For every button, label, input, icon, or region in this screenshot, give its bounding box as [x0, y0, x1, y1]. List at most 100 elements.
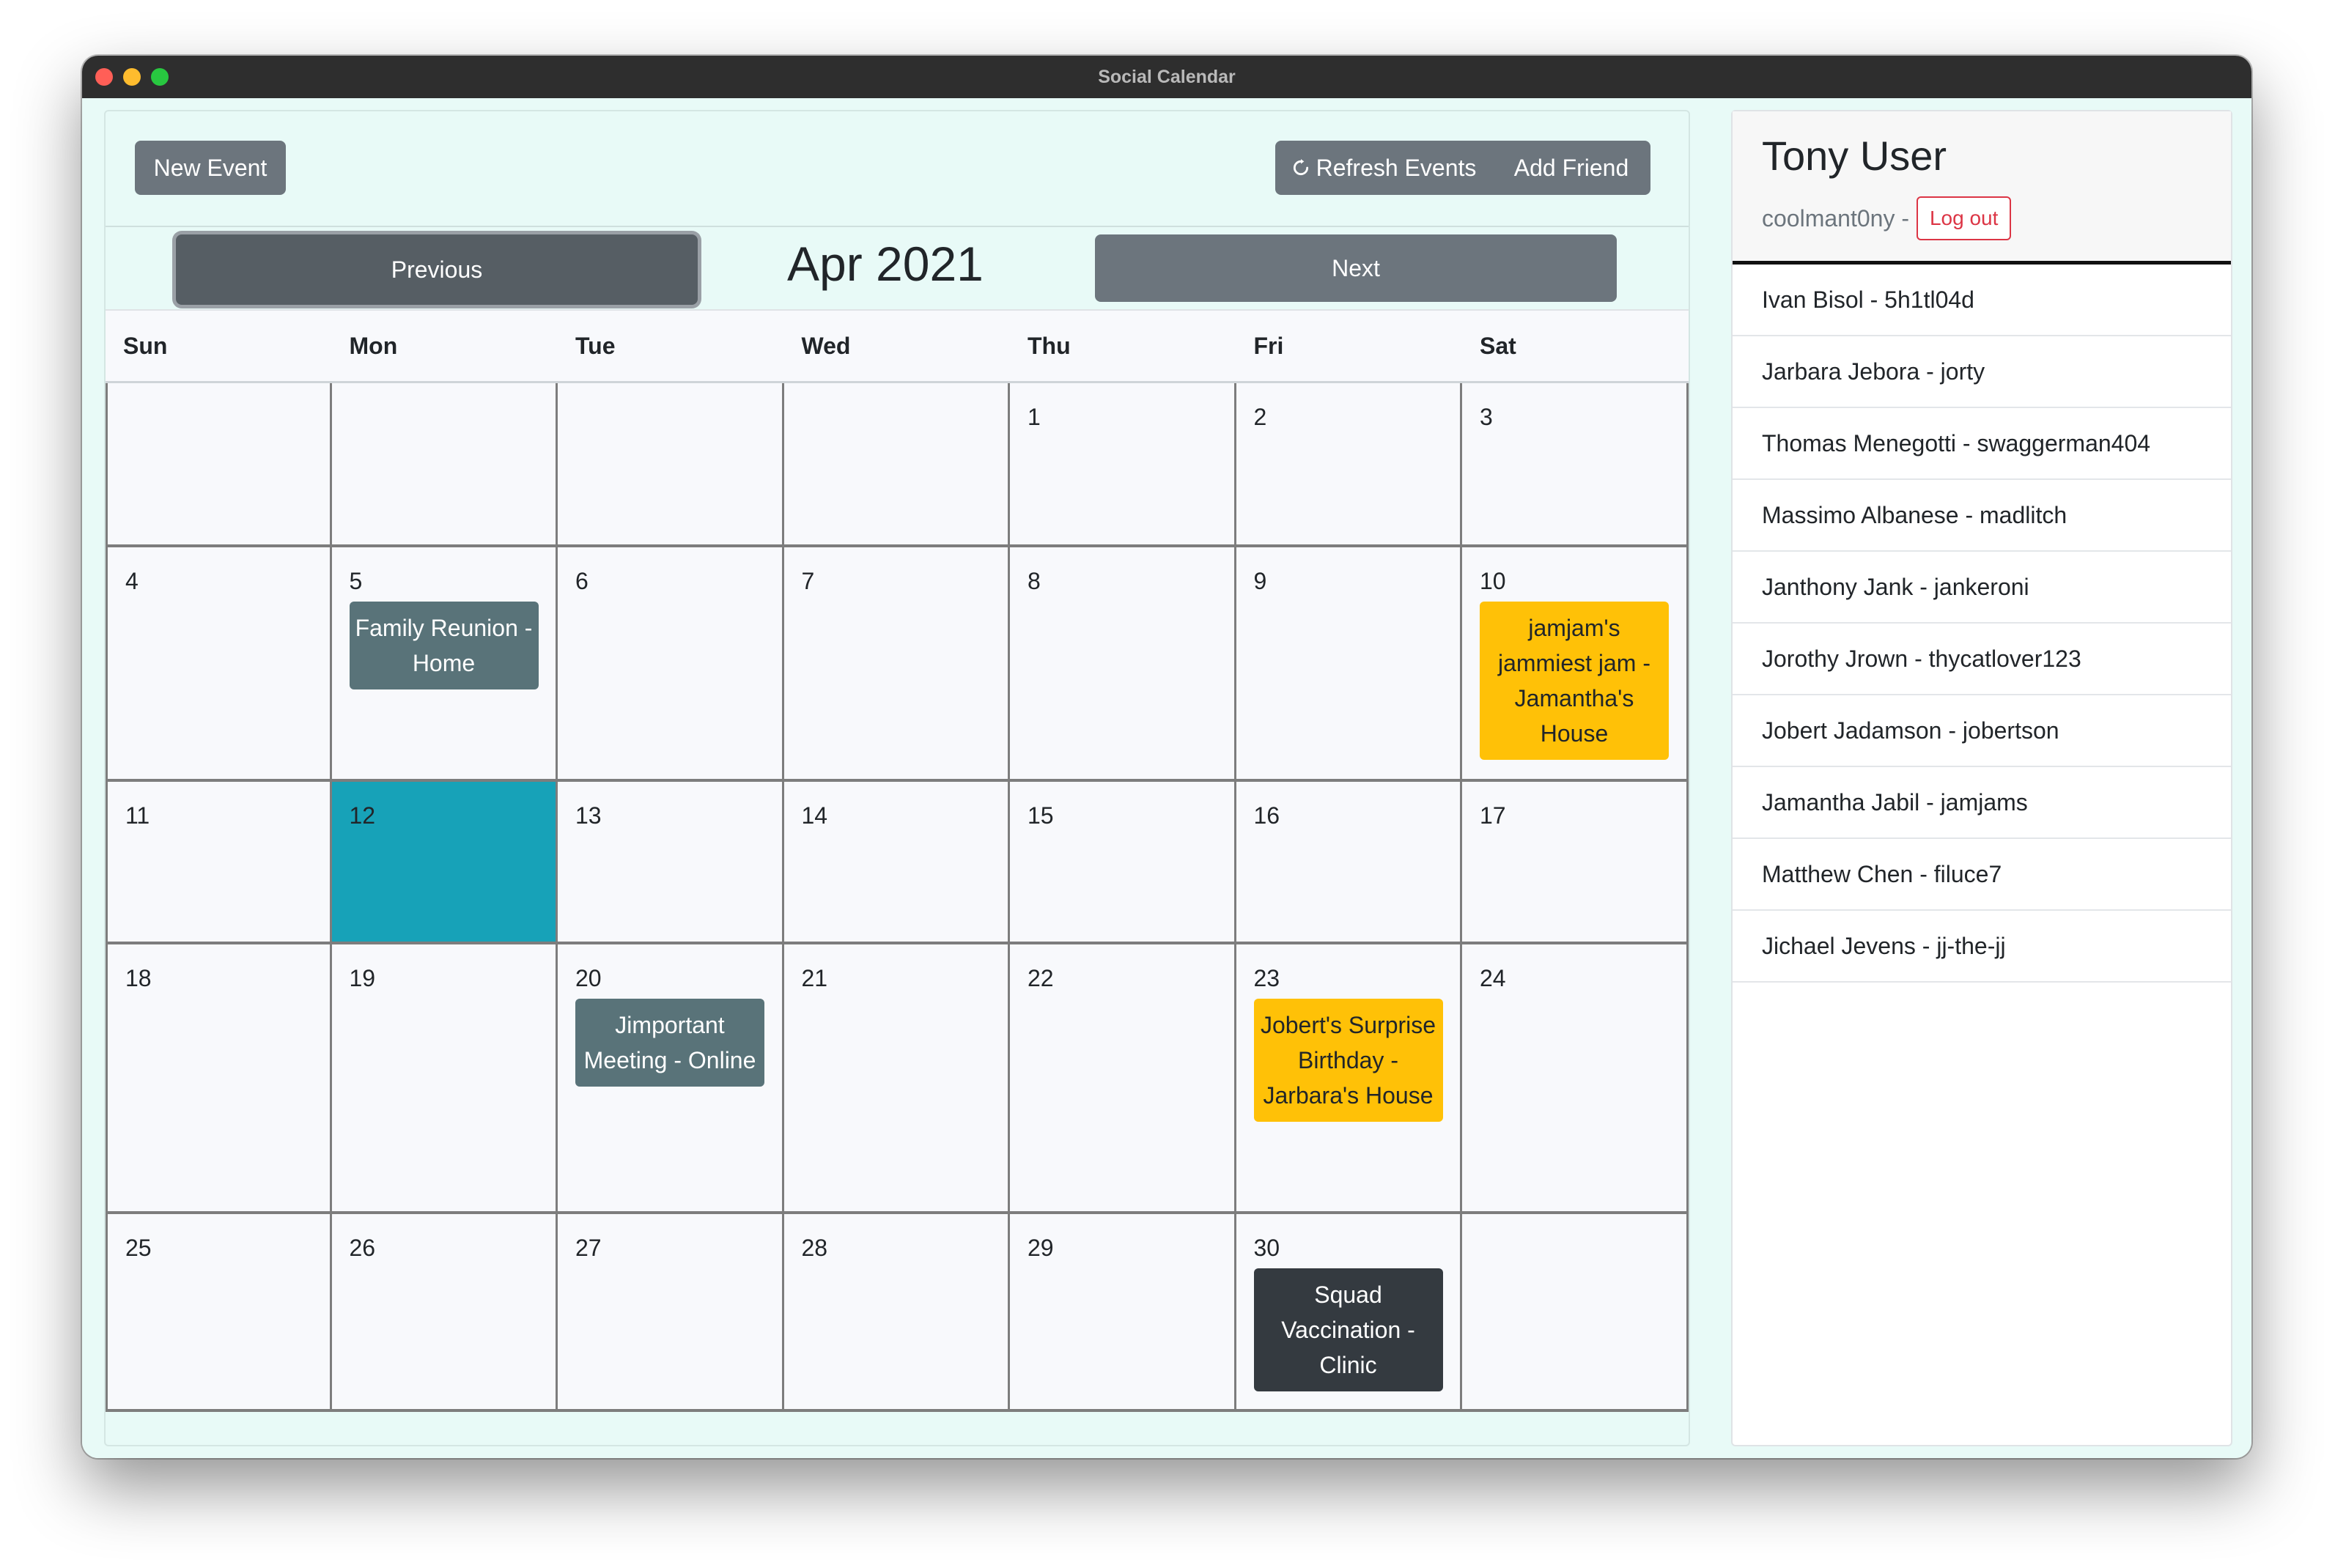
day-number: 26	[349, 1235, 376, 1261]
weekday-header: Sun Mon Tue Wed Thu Fri Sat	[106, 309, 1689, 383]
day-number: 23	[1253, 965, 1280, 991]
day-number: 28	[801, 1235, 828, 1261]
friend-list-item[interactable]: Thomas Menegotti - swaggerman404	[1733, 408, 2231, 480]
friend-list-item[interactable]: Ivan Bisol - 5h1tl04d	[1733, 265, 2231, 336]
calendar-day-cell[interactable]: 11	[106, 782, 332, 942]
previous-month-button[interactable]: Previous	[176, 234, 698, 305]
weekday-label: Wed	[801, 332, 851, 359]
calendar-event[interactable]: Jimportant Meeting - Online	[575, 999, 764, 1087]
refresh-icon	[1293, 159, 1308, 176]
friend-list-item[interactable]: Jarbara Jebora - jorty	[1733, 336, 2231, 408]
calendar-grid: Sun Mon Tue Wed Thu Fri Sat 1 2 3 4 5 Family Reunio…	[106, 309, 1689, 1412]
calendar-day-cell[interactable]: 4	[106, 547, 332, 779]
calendar-day-cell[interactable]: 23 Jobert's Surprise Birthday - Jarbara's…	[1236, 944, 1462, 1211]
user-handle: coolmant0ny -	[1762, 204, 1909, 232]
day-number: 3	[1480, 404, 1493, 430]
friend-list-item[interactable]: Jamantha Jabil - jamjams	[1733, 767, 2231, 839]
zoom-window-button[interactable]	[151, 68, 169, 86]
calendar-day-cell[interactable]: 8	[1010, 547, 1236, 779]
calendar-day-cell[interactable]: 5 Family Reunion - Home	[331, 547, 558, 779]
day-number: 17	[1480, 802, 1506, 829]
friends-list: Ivan Bisol - 5h1tl04d Jarbara Jebora - jo…	[1733, 265, 2231, 983]
day-number: 15	[1028, 802, 1054, 829]
day-number: 27	[575, 1235, 602, 1261]
calendar-day-cell[interactable]: 10 jamjam's jammiest jam - Jamantha's Hou…	[1462, 547, 1689, 779]
day-number: 2	[1253, 404, 1267, 430]
day-number: 4	[125, 568, 139, 594]
day-number: 6	[575, 568, 589, 594]
friend-list-item[interactable]: Jorothy Jrown - thycatlover123	[1733, 624, 2231, 695]
refresh-events-label: Refresh Events	[1316, 154, 1477, 181]
calendar-day-cell[interactable]: 3	[1462, 383, 1689, 544]
friend-list-item[interactable]: Jichael Jevens - jj-the-jj	[1733, 911, 2231, 983]
calendar-day-cell[interactable]: 1	[1010, 383, 1236, 544]
calendar-day-cell[interactable]	[558, 383, 784, 544]
calendar-day-cell[interactable]: 17	[1462, 782, 1689, 942]
add-friend-button[interactable]: Add Friend	[1492, 141, 1650, 195]
calendar-day-cell[interactable]: 18	[106, 944, 332, 1211]
calendar-day-cell[interactable]: 26	[331, 1214, 558, 1409]
day-number: 18	[125, 965, 152, 991]
calendar-day-cell[interactable]: 21	[783, 944, 1010, 1211]
calendar-day-cell[interactable]: 16	[1236, 782, 1462, 942]
friends-panel: Tony User coolmant0ny - Log out Ivan Bis…	[1731, 110, 2232, 1446]
close-window-button[interactable]	[95, 68, 113, 86]
friend-list-item[interactable]: Jobert Jadamson - jobertson	[1733, 695, 2231, 767]
calendar-day-cell[interactable]: 2	[1236, 383, 1462, 544]
new-event-button[interactable]: New Event	[135, 141, 286, 195]
title-bar: Social Calendar	[82, 56, 2251, 98]
calendar-day-cell[interactable]	[783, 383, 1010, 544]
calendar-day-cell[interactable]: 27	[558, 1214, 784, 1409]
refresh-events-button[interactable]: Refresh Events	[1275, 141, 1492, 195]
friend-list-item[interactable]: Massimo Albanese - madlitch	[1733, 480, 2231, 552]
calendar-day-cell[interactable]: 30 Squad Vaccination - Clinic	[1236, 1214, 1462, 1409]
calendar-toolbar: New Event Refresh Events Add Friend	[106, 111, 1689, 227]
day-number: 10	[1480, 568, 1506, 594]
friend-list-item[interactable]: Matthew Chen - filuce7	[1733, 839, 2231, 911]
calendar-day-cell[interactable]: 29	[1010, 1214, 1236, 1409]
user-name: Tony User	[1762, 133, 1947, 179]
app-content: New Event Refresh Events Add Friend Prev…	[82, 98, 2251, 1458]
day-number: 8	[1028, 568, 1041, 594]
calendar-day-cell[interactable]: 22	[1010, 944, 1236, 1211]
month-navigation: Previous Apr 2021 Next	[106, 226, 1689, 309]
calendar-day-cell[interactable]: 28	[783, 1214, 1010, 1409]
calendar-day-cell[interactable]: 9	[1236, 547, 1462, 779]
calendar-event[interactable]: jamjam's jammiest jam - Jamantha's House	[1480, 602, 1669, 760]
minimize-window-button[interactable]	[123, 68, 141, 86]
calendar-event[interactable]: Family Reunion - Home	[349, 602, 539, 689]
calendar-day-cell[interactable]: 25	[106, 1214, 332, 1409]
calendar-day-cell[interactable]: 7	[783, 547, 1010, 779]
weekday-label: Mon	[349, 332, 398, 359]
day-number: 22	[1028, 965, 1054, 991]
weekday-label: Sun	[123, 332, 168, 359]
calendar-day-cell[interactable]	[106, 383, 332, 544]
calendar-day-cell[interactable]: 6	[558, 547, 784, 779]
calendar-day-cell[interactable]: 14	[783, 782, 1010, 942]
calendar-event[interactable]: Jobert's Surprise Birthday - Jarbara's H…	[1253, 999, 1443, 1122]
calendar-day-cell[interactable]: 15	[1010, 782, 1236, 942]
calendar-day-cell[interactable]	[331, 383, 558, 544]
calendar-week-row: 1 2 3	[106, 383, 1689, 547]
calendar-day-cell[interactable]: 20 Jimportant Meeting - Online	[558, 944, 784, 1211]
day-number: 9	[1253, 568, 1267, 594]
next-month-button[interactable]: Next	[1095, 234, 1617, 302]
calendar-day-cell[interactable]: 13	[558, 782, 784, 942]
calendar-week-row: 18 19 20 Jimportant Meeting - Online 21 22 23 J…	[106, 944, 1689, 1214]
window-controls	[95, 68, 169, 86]
day-number: 5	[349, 568, 363, 594]
user-handle-row: coolmant0ny - Log out	[1762, 196, 2012, 240]
weekday-label: Tue	[575, 332, 616, 359]
logout-button[interactable]: Log out	[1916, 196, 2012, 240]
calendar-event[interactable]: Squad Vaccination - Clinic	[1253, 1268, 1443, 1391]
day-number: 11	[125, 802, 150, 829]
calendar-day-cell[interactable]	[1462, 1214, 1689, 1409]
weekday-label: Sat	[1480, 332, 1516, 359]
weekday-label: Fri	[1253, 332, 1284, 359]
day-number: 30	[1253, 1235, 1280, 1261]
day-number: 24	[1480, 965, 1506, 991]
calendar-day-cell[interactable]: 24	[1462, 944, 1689, 1211]
calendar-day-cell[interactable]: 19	[331, 944, 558, 1211]
calendar-day-cell-today[interactable]: 12	[331, 782, 558, 942]
friend-list-item[interactable]: Janthony Jank - jankeroni	[1733, 552, 2231, 624]
